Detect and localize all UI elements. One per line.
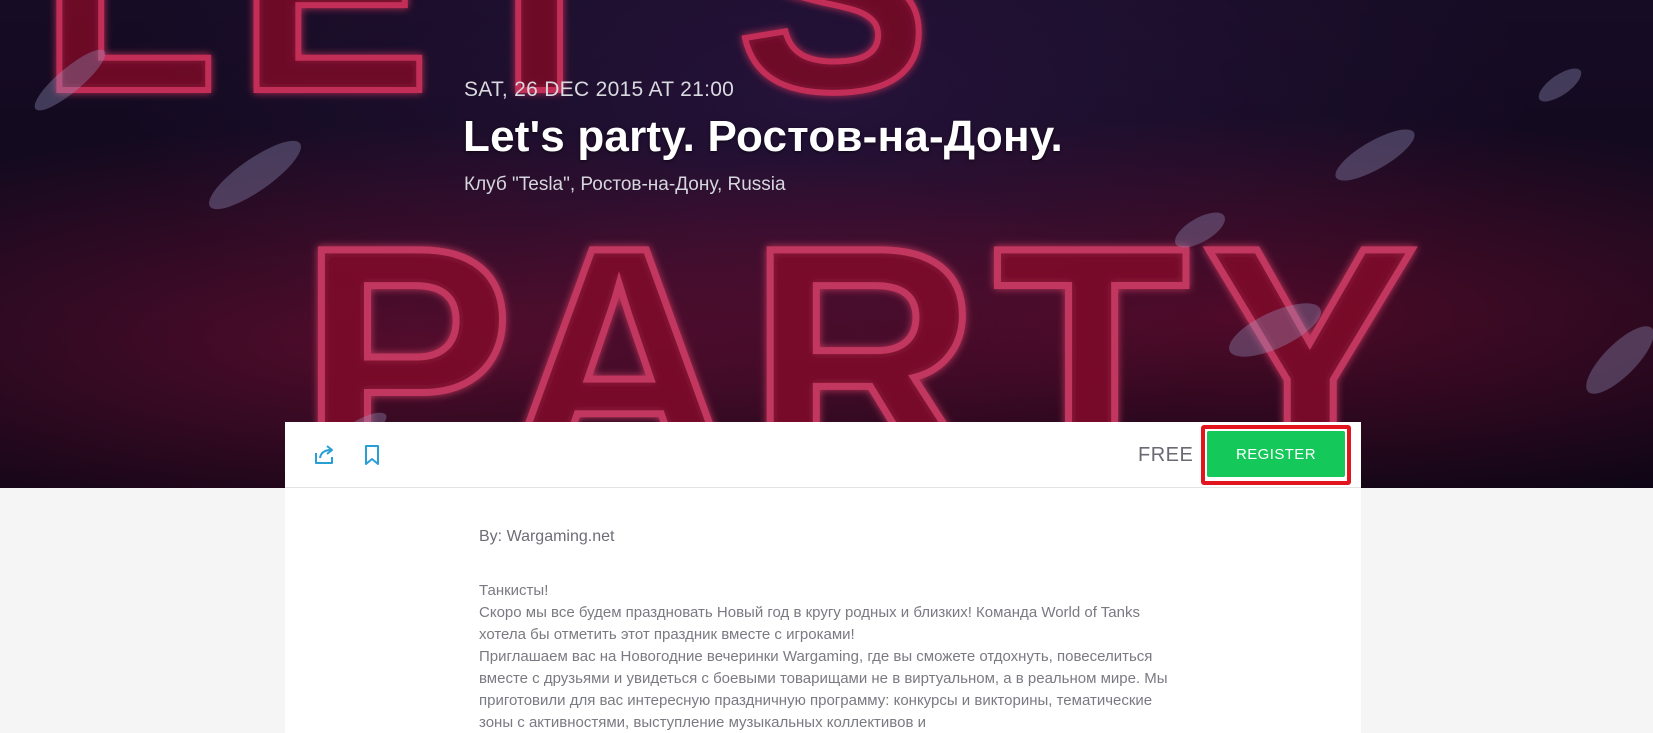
event-hero-banner: LET'S PARTY SAT, 26 DEC 2015 AT 21:00 Le… (0, 0, 1653, 488)
event-description: Танкисты! Скоро мы все будем праздновать… (479, 580, 1169, 733)
description-paragraph: Скоро мы все будем праздновать Новый год… (479, 604, 1140, 643)
description-paragraph: Танкисты! (479, 582, 549, 599)
bookmark-icon[interactable] (358, 441, 386, 469)
event-action-bar: FREE REGISTER (285, 422, 1361, 488)
register-button[interactable]: REGISTER (1207, 431, 1345, 477)
ticket-price: FREE (1138, 444, 1194, 466)
event-details: By: Wargaming.net Танкисты! Скоро мы все… (285, 488, 1361, 733)
description-paragraph: Приглашаем вас на Новогодние вечеринки W… (479, 648, 1168, 731)
event-date: SAT, 26 DEC 2015 AT 21:00 (464, 78, 735, 101)
organizer: By: Wargaming.net (479, 528, 615, 545)
hero-overlay (0, 0, 1653, 488)
share-icon[interactable] (310, 441, 338, 469)
event-title: Let's party. Ростов-на-Дону. (463, 112, 1063, 161)
event-venue: Клуб "Tesla", Ростов-на-Дону, Russia (464, 174, 786, 195)
